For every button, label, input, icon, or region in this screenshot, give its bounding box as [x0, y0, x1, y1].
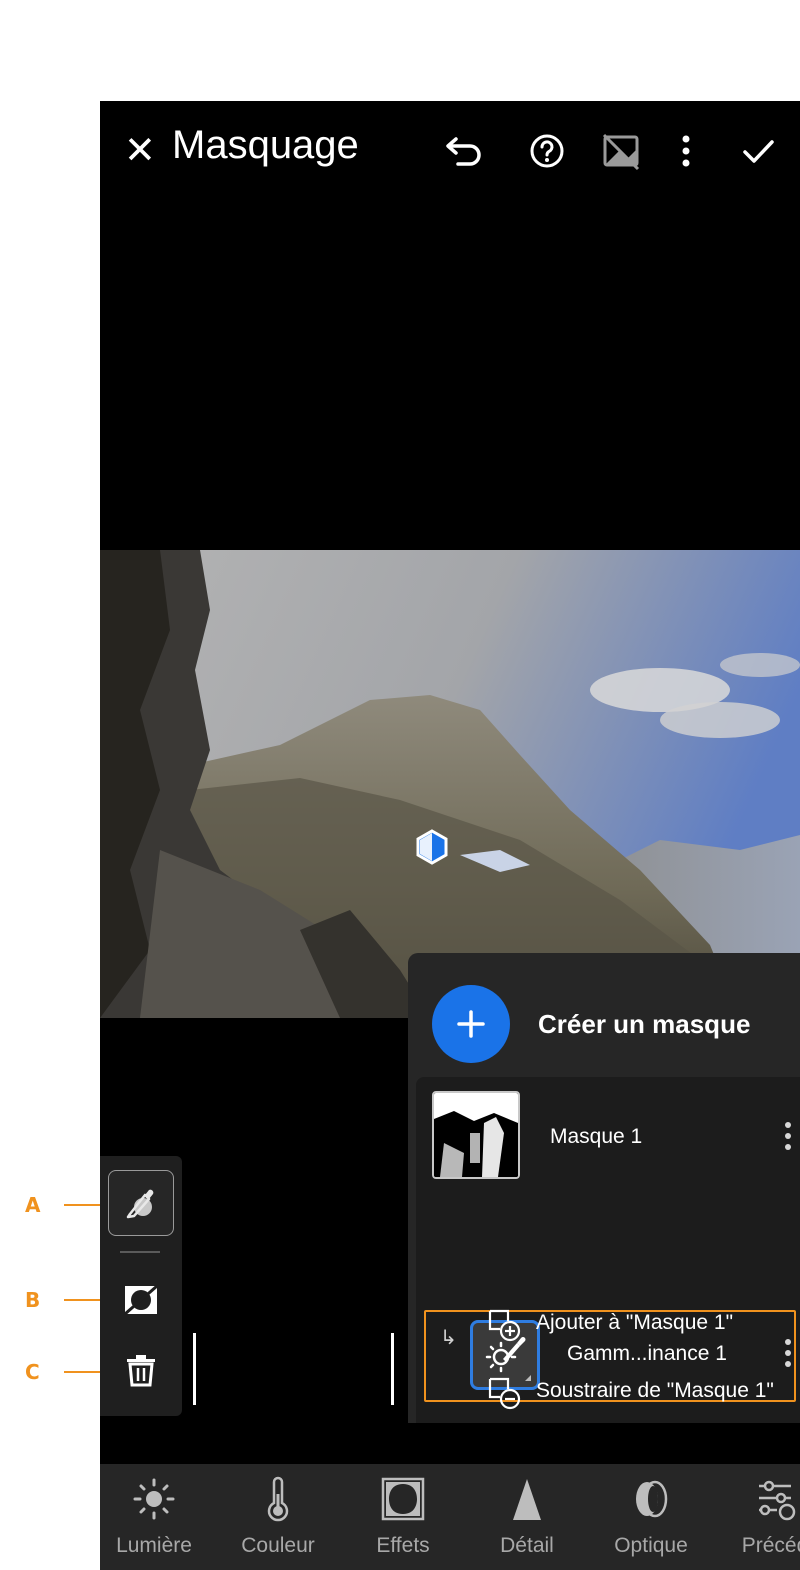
photo-preview[interactable] [100, 550, 800, 1018]
tool-label: Précéd [741, 1534, 800, 1557]
mask-overlay-toggle-icon[interactable] [599, 129, 643, 173]
mask-list: Masque 1 ↳ Gamm...inance 1 Ajouter à "Ma… [416, 1077, 800, 1423]
top-bar: ✕ Masquage [100, 101, 800, 201]
invert-mask-button[interactable] [108, 1267, 174, 1333]
callout-letter: B [25, 1288, 41, 1312]
plus-icon [457, 1010, 485, 1038]
help-icon[interactable] [525, 129, 569, 173]
confirm-check-icon[interactable] [736, 129, 780, 173]
color-picker-button[interactable] [108, 1170, 174, 1236]
mask-options-icon[interactable] [783, 1122, 793, 1158]
mask-panel: Créer un masque Masque 1 ↳ Gamm...inance… [408, 953, 800, 1423]
tool-lumiere[interactable]: Lumière [100, 1464, 216, 1570]
more-vertical-icon[interactable] [664, 129, 708, 173]
callout-line [64, 1371, 102, 1373]
tool-label: Effets [376, 1534, 430, 1557]
tool-optique[interactable]: Optique [589, 1464, 713, 1570]
presets-icon [759, 1480, 796, 1521]
mask-row[interactable]: Masque 1 [416, 1077, 800, 1187]
tool-effets[interactable]: Effets [341, 1464, 465, 1570]
sub-mask-label[interactable]: Gamm...inance 1 [567, 1342, 727, 1366]
trash-icon [127, 1355, 155, 1387]
mask-pin-icon[interactable] [414, 829, 450, 865]
lens-icon [636, 1480, 668, 1518]
mask-tools-panel [100, 1156, 182, 1416]
tool-label: Détail [500, 1534, 554, 1557]
tool-label: Couleur [241, 1534, 315, 1557]
range-handle-left[interactable] [193, 1333, 196, 1405]
color-picker-icon [126, 1189, 154, 1219]
app-screen: ✕ Masquage Créer un masque Masque 1 ↳ Ga… [100, 101, 800, 1570]
callout-line [64, 1299, 102, 1301]
sub-mask-options-icon[interactable] [783, 1339, 793, 1375]
vignette-icon [381, 1477, 425, 1521]
tool-couleur[interactable]: Couleur [216, 1464, 340, 1570]
callout-letter: A [25, 1193, 41, 1217]
callout-letter: C [25, 1360, 40, 1384]
triangle-icon [513, 1479, 541, 1520]
create-mask-label[interactable]: Créer un masque [538, 1009, 750, 1040]
subtract-from-mask-icon [486, 1375, 522, 1411]
tool-label: Lumière [116, 1534, 192, 1557]
mask-label: Masque 1 [550, 1125, 643, 1148]
create-mask-button[interactable] [432, 985, 510, 1063]
sun-icon [133, 1478, 175, 1520]
callout-line [64, 1204, 102, 1206]
bottom-toolbar: Lumière Couleur Effets Détail Optique Pr… [100, 1464, 800, 1570]
subtract-from-mask-label: Soustraire de "Masque 1" [536, 1379, 774, 1402]
invert-mask-icon [124, 1284, 158, 1316]
range-handle-right[interactable] [391, 1333, 394, 1405]
thermometer-icon [267, 1476, 289, 1522]
add-to-mask-icon [486, 1307, 522, 1343]
tool-label: Optique [614, 1534, 688, 1557]
delete-mask-button[interactable] [108, 1337, 174, 1403]
add-to-mask-label: Ajouter à "Masque 1" [536, 1311, 734, 1334]
page-title: Masquage [172, 123, 359, 167]
sub-mask-arrow-icon: ↳ [440, 1325, 457, 1349]
divider [120, 1251, 160, 1253]
undo-icon[interactable] [442, 129, 486, 173]
close-icon[interactable]: ✕ [124, 127, 160, 173]
tool-detail[interactable]: Détail [465, 1464, 589, 1570]
tool-precedent[interactable]: Précéd [713, 1464, 800, 1570]
mask-thumbnail [432, 1091, 520, 1179]
